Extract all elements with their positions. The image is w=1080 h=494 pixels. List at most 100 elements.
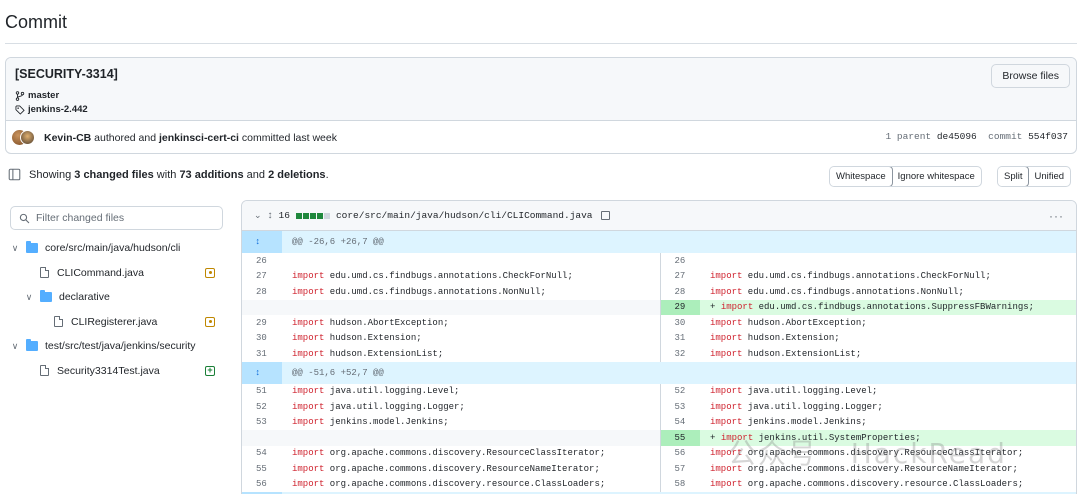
new-line-number: 57 xyxy=(659,461,700,477)
old-code-line: import java.util.logging.Level; xyxy=(292,386,460,397)
unified-option[interactable]: Unified xyxy=(1028,167,1070,186)
tree-folder[interactable]: ∨ declarative xyxy=(10,285,223,310)
expand-all-icon[interactable]: ↕ xyxy=(268,210,273,221)
filter-placeholder: Filter changed files xyxy=(36,212,125,224)
tree-file[interactable]: CLIRegisterer.java xyxy=(10,310,223,335)
tree-label: CLICommand.java xyxy=(57,266,144,279)
file-modified-icon xyxy=(205,267,215,278)
committer-link[interactable]: jenkinsci-cert-ci xyxy=(159,132,239,144)
old-line-number: 31 xyxy=(256,348,267,359)
parent-sha-link[interactable]: de45096 xyxy=(937,131,977,142)
tree-file[interactable]: CLICommand.java xyxy=(10,261,223,286)
new-code-line: import org.apache.commons.discovery.reso… xyxy=(710,479,1024,490)
branch-name[interactable]: master xyxy=(28,90,59,101)
collapse-chevron-icon[interactable]: ⌄ xyxy=(254,210,262,221)
commit-sha[interactable]: 554f037 xyxy=(1028,131,1068,142)
old-line-number: 56 xyxy=(256,479,267,490)
tag-name[interactable]: jenkins-2.442 xyxy=(28,104,88,115)
tree-folder[interactable]: ∨ test/src/test/java/jenkins/security xyxy=(10,334,223,359)
folder-icon xyxy=(40,290,52,303)
whitespace-toggle: Whitespace Ignore whitespace xyxy=(829,166,982,187)
hunk-header-row: ↕ @@ -51,6 +52,7 @@ xyxy=(242,361,1076,384)
old-line-number xyxy=(242,430,282,446)
diff-file-header: ⌄ ↕ 16 core/src/main/java/hudson/cli/CLI… xyxy=(242,201,1076,231)
parent-label: 1 parent xyxy=(885,131,937,142)
committer-avatar[interactable] xyxy=(20,129,35,145)
diff-row: 30 import hudson.Extension; 31 import hudso… xyxy=(242,330,1076,346)
new-code-line: import hudson.ExtensionList; xyxy=(710,348,862,359)
new-line-number: 56 xyxy=(659,445,700,461)
folder-icon xyxy=(26,241,38,254)
file-tree: ∨ core/src/main/java/hudson/cli CLICommand… xyxy=(10,236,223,383)
diffstat-bars xyxy=(295,212,330,219)
split-option[interactable]: Split xyxy=(998,167,1030,186)
old-line-number: 55 xyxy=(256,463,267,474)
old-code-line xyxy=(282,430,660,446)
tag-icon xyxy=(15,105,25,115)
old-line-number: 54 xyxy=(256,448,267,459)
tree-file[interactable]: Security3314Test.java + xyxy=(10,359,223,384)
old-line-number xyxy=(242,299,282,315)
old-code-line: import jenkins.model.Jenkins; xyxy=(292,417,449,428)
old-line-number: 30 xyxy=(256,333,267,344)
expand-hunk-icon[interactable]: ↕ xyxy=(242,231,282,253)
new-code-line: import jenkins.model.Jenkins; xyxy=(710,417,867,428)
file-icon xyxy=(40,267,49,279)
tag-line[interactable]: jenkins-2.442 xyxy=(15,104,88,115)
whitespace-option[interactable]: Whitespace xyxy=(829,167,893,186)
commit-label: commit xyxy=(988,131,1029,142)
commit-sha-info: 1 parent de45096 commit 554f037 xyxy=(886,131,1068,142)
new-line-number: 32 xyxy=(659,346,700,362)
old-code-line xyxy=(282,299,660,315)
new-code-line: import java.util.logging.Level; xyxy=(710,386,878,397)
diff-row: 31 import hudson.ExtensionList; 32 import h… xyxy=(242,346,1076,362)
ignore-whitespace-option[interactable]: Ignore whitespace xyxy=(892,167,981,186)
filter-files-input[interactable]: Filter changed files xyxy=(10,206,223,230)
commit-authorship: Kevin-CB authored and jenkinsci-cert-ci … xyxy=(6,121,1076,153)
branch-icon xyxy=(15,90,25,101)
new-line-number: 28 xyxy=(659,284,700,300)
diff-file-path[interactable]: core/src/main/java/hudson/cli/CLICommand… xyxy=(336,210,593,221)
old-code-line: import java.util.logging.Logger; xyxy=(292,401,465,412)
authored-text: authored and xyxy=(91,131,159,144)
summary-text: Showing 3 changed files with 73 addition… xyxy=(29,168,329,181)
hunk-header-row: ↕ @@ -26,6 +26,7 @@ xyxy=(242,231,1076,253)
watermark: 公众号 · HackRead xyxy=(728,437,1007,470)
new-line-number: 26 xyxy=(659,253,700,269)
page-title: Commit xyxy=(5,12,67,32)
new-line-number: 29 xyxy=(659,299,700,315)
old-line-number: 28 xyxy=(256,286,267,297)
avatar-stack[interactable] xyxy=(12,129,36,147)
diff-row: 56 import org.apache.commons.discovery.re… xyxy=(242,476,1076,492)
chevron-down-icon[interactable]: ∨ xyxy=(24,292,34,303)
sidebar-toggle-icon[interactable] xyxy=(8,168,21,181)
more-options-icon[interactable]: ··· xyxy=(1049,209,1064,223)
chevron-down-icon[interactable]: ∨ xyxy=(10,243,20,254)
old-code-line: import hudson.ExtensionList; xyxy=(292,348,444,359)
diff-row: 27 import edu.umd.cs.findbugs.annotations… xyxy=(242,268,1076,284)
browse-files-button[interactable]: Browse files xyxy=(991,64,1070,88)
tree-label: core/src/main/java/hudson/cli xyxy=(45,242,181,255)
new-line-number: 54 xyxy=(659,414,700,430)
tree-label: Security3314Test.java xyxy=(57,364,160,377)
diff-row: 29 import hudson.AbortException; 30 import … xyxy=(242,315,1076,331)
new-code-line: import hudson.AbortException; xyxy=(710,317,867,328)
author-link[interactable]: Kevin-CB xyxy=(44,132,91,144)
old-code-line: import hudson.AbortException; xyxy=(292,317,449,328)
new-line-number: 53 xyxy=(659,399,700,415)
diff-row: 53 import jenkins.model.Jenkins; 54 import … xyxy=(242,414,1076,430)
tree-label: CLIRegisterer.java xyxy=(71,315,158,328)
new-code-line: import hudson.Extension; xyxy=(710,333,840,344)
chevron-down-icon[interactable]: ∨ xyxy=(10,341,20,352)
branch-line[interactable]: master xyxy=(15,90,59,101)
old-code-line: import org.apache.commons.discovery.Reso… xyxy=(292,448,606,459)
copy-path-icon[interactable] xyxy=(600,211,610,220)
tree-label: declarative xyxy=(59,291,110,304)
expand-hunk-icon[interactable]: ↕ xyxy=(242,361,282,384)
old-code-line xyxy=(282,253,660,269)
diff-row: 51 import java.util.logging.Level; 52 impor… xyxy=(242,383,1076,399)
tree-folder[interactable]: ∨ core/src/main/java/hudson/cli xyxy=(10,236,223,261)
new-line-number: 58 xyxy=(659,476,700,492)
new-line-number: 30 xyxy=(659,315,700,331)
commit-message: [SECURITY-3314] xyxy=(15,67,118,81)
